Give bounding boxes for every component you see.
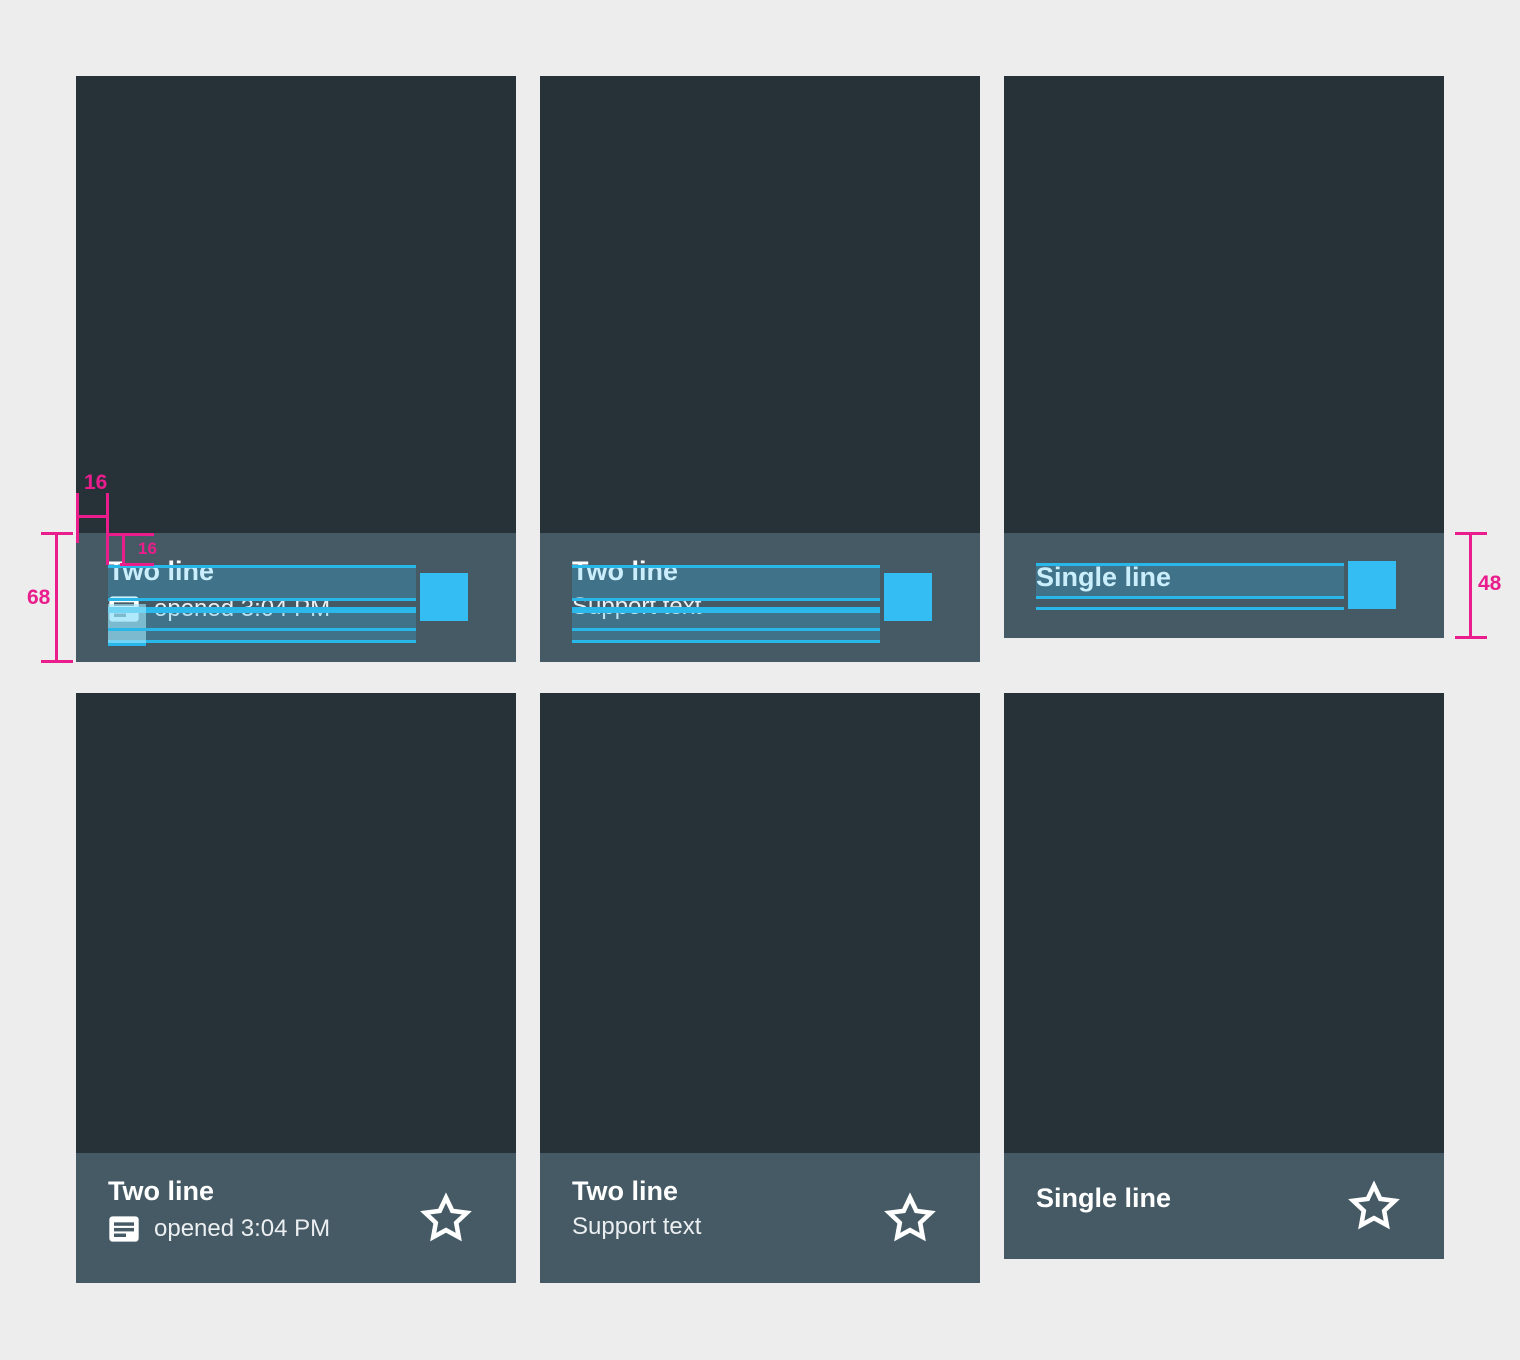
dim-cap-top-padding-end: [120, 563, 154, 566]
star-placeholder-square[interactable]: [884, 573, 932, 621]
spec-overlay-subtitle-baseline: [572, 628, 880, 631]
dim-line-left-padding: [76, 515, 108, 518]
star-outline-icon[interactable]: [884, 1192, 936, 1244]
spec-overlay-icon-box: [108, 604, 146, 646]
star-outline-icon[interactable]: [420, 1192, 472, 1244]
spec-overlay-subtitle-box: [108, 607, 416, 643]
dim-cap-top-padding-start: [106, 533, 154, 536]
dim-label-bar68: 68: [27, 586, 51, 609]
star-placeholder-square[interactable]: [420, 573, 468, 621]
card-subtitle: Support text: [572, 1213, 702, 1240]
spec-overlay-title-box: [108, 565, 416, 601]
dim-line-bar48: [1469, 532, 1472, 639]
example-card-two-line-with-icon[interactable]: Two line opened 3:04 PM: [76, 693, 516, 1283]
spec-overlay-title-box: [572, 565, 880, 601]
dim-label-bar48: 48: [1478, 572, 1502, 595]
example-card-single-line[interactable]: Single line: [1004, 693, 1444, 1259]
dim-cap-left-padding-end: [106, 493, 109, 565]
article-icon: [108, 1213, 140, 1245]
card-bar: Single line: [1004, 1153, 1444, 1259]
spec-card-two-line-with-icon[interactable]: Two line opened 3:04 PM: [76, 76, 516, 662]
spec-overlay-title-box: [1036, 563, 1344, 599]
card-bar: Two line opened 3:04 PM: [76, 1153, 516, 1283]
dim-label-top-padding: 16: [138, 539, 157, 558]
dim-label-left-padding: 16: [84, 471, 108, 494]
spec-card-two-line[interactable]: Two line Support text: [540, 76, 980, 662]
dim-line-bar68: [55, 532, 58, 663]
dim-line-top-padding: [122, 533, 125, 565]
dim-cap-left-padding-start: [76, 493, 79, 543]
example-card-two-line[interactable]: Two line Support text: [540, 693, 980, 1283]
star-placeholder-square[interactable]: [1348, 561, 1396, 609]
card-subtitle: opened 3:04 PM: [154, 1215, 331, 1242]
spec-overlay-title-baseline: [1036, 607, 1344, 610]
star-outline-icon[interactable]: [1348, 1180, 1400, 1232]
spec-card-single-line[interactable]: Single line: [1004, 76, 1444, 638]
spec-overlay-subtitle-baseline: [108, 628, 416, 631]
spec-overlay-subtitle-box: [572, 607, 880, 643]
card-bar: Two line Support text: [540, 1153, 980, 1283]
design-spec-canvas: Two line opened 3:04 PM Two line Support…: [0, 0, 1520, 1360]
